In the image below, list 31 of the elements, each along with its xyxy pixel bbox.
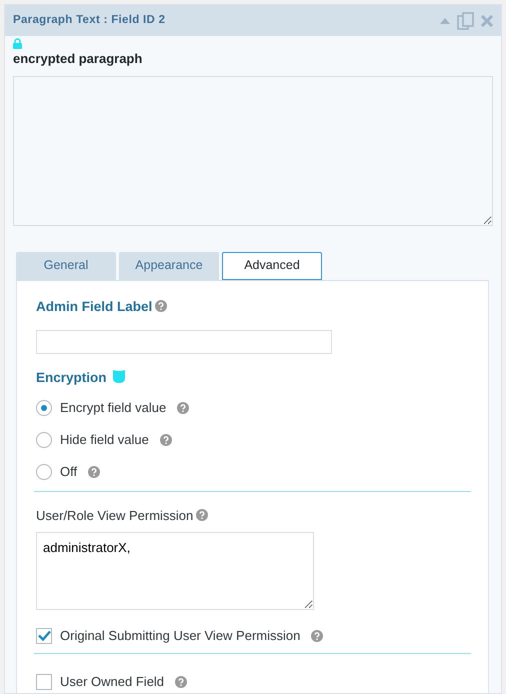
radio-label[interactable]: Off (60, 462, 78, 482)
admin-label-field[interactable] (36, 330, 332, 354)
help-icon[interactable] (88, 466, 100, 478)
duplicate-icon[interactable] (456, 12, 474, 30)
help-icon[interactable] (155, 300, 168, 312)
collapse-icon[interactable] (440, 17, 450, 24)
help-icon[interactable] (311, 630, 324, 642)
help-icon[interactable] (160, 434, 172, 446)
radio-label[interactable]: Hide field value (60, 430, 149, 450)
field-label: User/Role View Permission (36, 508, 194, 523)
checkbox-label[interactable]: User Owned Field (60, 672, 164, 692)
permission-textarea[interactable]: administratorX, (36, 532, 314, 610)
help-icon[interactable] (175, 676, 188, 688)
section-label: Admin Field Label (36, 298, 152, 314)
checkbox[interactable] (36, 674, 52, 690)
radio-label[interactable]: Encrypt field value (60, 398, 166, 418)
checkbox[interactable] (36, 628, 52, 644)
tab[interactable]: Appearance (119, 252, 219, 280)
radio-button[interactable] (36, 400, 52, 416)
panel-title: Paragraph Text : Field ID 2 (13, 12, 166, 28)
field-label: encrypted paragraph (13, 50, 144, 68)
tab[interactable]: General (16, 252, 116, 280)
tab[interactable]: Advanced (222, 252, 322, 280)
help-icon[interactable] (177, 402, 190, 414)
help-icon[interactable] (196, 509, 208, 521)
checkbox-label[interactable]: Original Submitting User View Permission (60, 626, 300, 646)
close-icon[interactable] (481, 14, 493, 26)
section-label: Encryption (36, 370, 107, 385)
radio-button[interactable] (36, 432, 52, 448)
lock-icon (13, 38, 22, 49)
radio-button[interactable] (36, 464, 52, 480)
